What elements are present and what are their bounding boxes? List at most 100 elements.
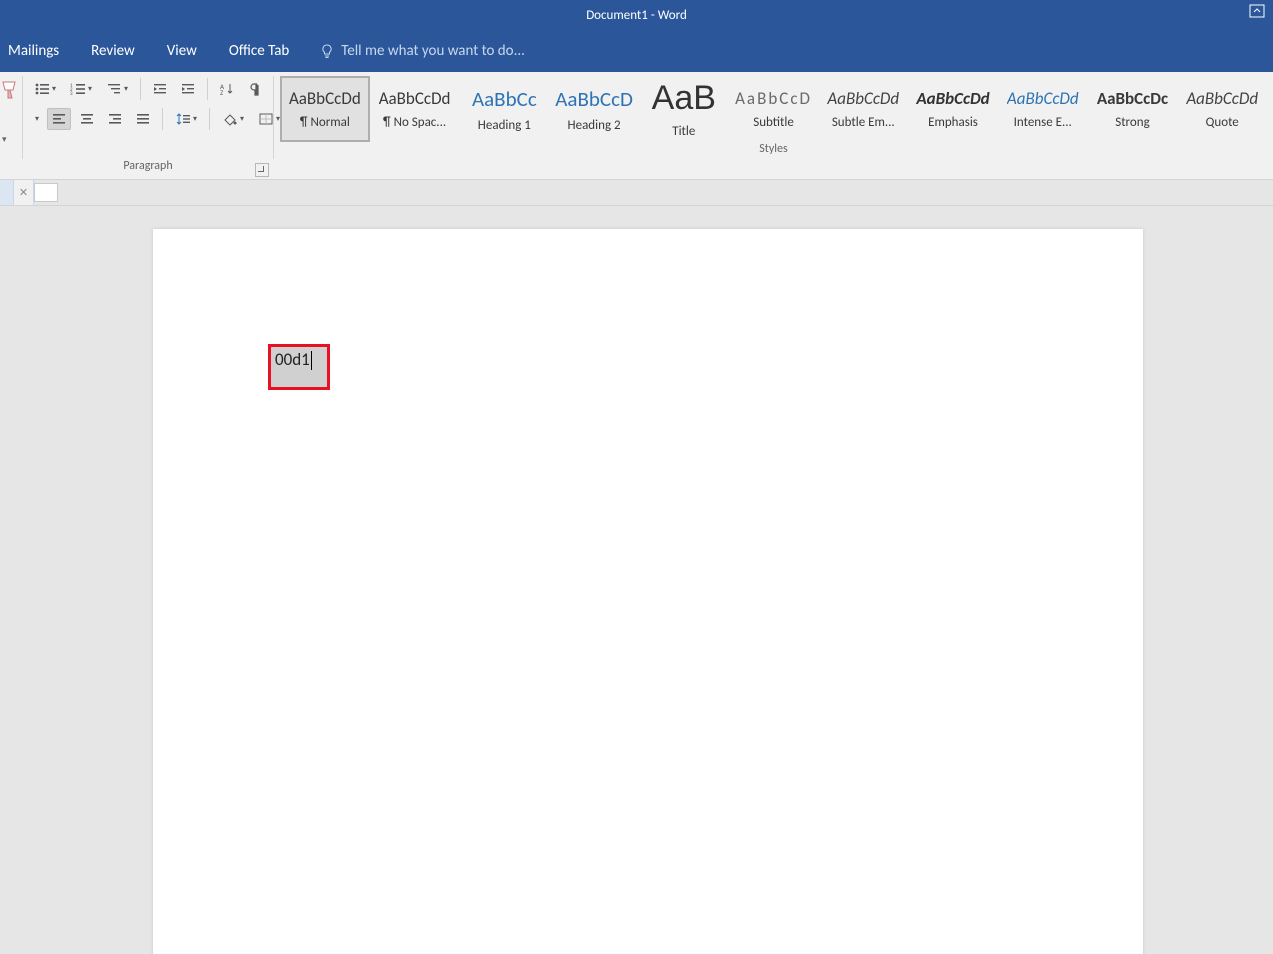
increase-indent-icon — [180, 82, 196, 96]
style-preview: AaBbCcDd — [827, 88, 899, 109]
document-tab-close[interactable]: ✕ — [14, 180, 34, 205]
style-subtitle[interactable]: AaBbCcD Subtitle — [729, 76, 819, 142]
style-preview: AaBbCcD — [735, 88, 812, 109]
shading-button[interactable]: ▾ — [217, 108, 249, 130]
style-heading-2[interactable]: AaBbCcD Heading 2 — [549, 76, 639, 142]
show-hide-marks-button[interactable] — [243, 78, 267, 100]
numbering-icon: 123 — [70, 82, 86, 96]
justify-button[interactable] — [131, 108, 155, 130]
chevron-down-icon: ▾ — [240, 114, 244, 124]
paragraph-group-label: Paragraph — [23, 159, 273, 179]
window-controls — [1249, 4, 1265, 22]
multilevel-list-button[interactable]: ▾ — [101, 78, 133, 100]
document-tab-new[interactable] — [34, 183, 58, 202]
increase-indent-button[interactable] — [176, 78, 200, 100]
line-spacing-icon — [175, 112, 191, 126]
style-preview: AaBbCcDd — [1186, 88, 1258, 109]
chevron-down-icon: ▾ — [52, 84, 56, 94]
align-center-button[interactable] — [75, 108, 99, 130]
align-right-button[interactable] — [103, 108, 127, 130]
text-cursor — [311, 351, 312, 370]
selection-highlight: 00d1 — [268, 344, 330, 390]
style-title[interactable]: AaB Title — [639, 76, 729, 142]
style-preview: AaBbCcDd — [1007, 88, 1079, 109]
document-tab-strip: ✕ — [0, 180, 1273, 206]
align-center-icon — [79, 112, 95, 126]
style-name: ¶ No Spac... — [383, 115, 446, 130]
style-name: Heading 1 — [478, 118, 531, 133]
title-bar: Document1 - Word — [0, 0, 1273, 30]
window-title: Document1 - Word — [586, 8, 687, 23]
style-subtle-em-[interactable]: AaBbCcDd Subtle Em... — [818, 76, 908, 142]
decrease-indent-icon — [152, 82, 168, 96]
bullets-icon — [34, 82, 50, 96]
clipboard-dropdown[interactable]: ▾ — [29, 108, 43, 130]
align-left-icon — [51, 112, 67, 126]
style-name: Quote — [1206, 115, 1239, 130]
style--no-spac-[interactable]: AaBbCcDd ¶ No Spac... — [370, 76, 460, 142]
chevron-down-icon: ▾ — [88, 84, 92, 94]
style-preview: AaBbCcD — [555, 86, 633, 112]
ribbon: ▾ ▾ 123 ▾ ▾ — [0, 72, 1273, 180]
style-name: Strong — [1115, 115, 1149, 130]
lightbulb-icon — [319, 43, 335, 59]
tell-me-search[interactable]: Tell me what you want to do... — [319, 42, 525, 60]
format-painter-button[interactable]: ▾ — [0, 72, 22, 179]
pilcrow-icon — [248, 82, 262, 96]
document-text-selection[interactable]: 00d1 — [271, 347, 327, 387]
tab-mailings[interactable]: Mailings — [6, 42, 61, 60]
style-name: Title — [672, 124, 695, 139]
chevron-down-icon: ▾ — [35, 114, 39, 124]
style-quote[interactable]: AaBbCcDd Quote — [1177, 76, 1267, 142]
bullets-button[interactable]: ▾ — [29, 78, 61, 100]
style-preview: AaBbCcDd — [916, 88, 989, 109]
style-name: Emphasis — [928, 115, 978, 130]
styles-group-label: Styles — [274, 142, 1273, 162]
style-name: Subtle Em... — [832, 115, 895, 130]
styles-group: AaBbCcDd¶ NormalAaBbCcDd¶ No Spac...AaBb… — [274, 72, 1273, 179]
decrease-indent-button[interactable] — [148, 78, 172, 100]
style-strong[interactable]: AaBbCcDc Strong — [1088, 76, 1178, 142]
style-name: Heading 2 — [568, 118, 621, 133]
paragraph-dialog-launcher[interactable] — [255, 163, 269, 177]
tab-view[interactable]: View — [165, 42, 199, 60]
align-left-button[interactable] — [47, 108, 71, 130]
style-preview: AaB — [652, 79, 716, 118]
multilevel-list-icon — [106, 82, 122, 96]
close-icon: ✕ — [19, 186, 28, 199]
borders-icon — [258, 112, 274, 126]
ribbon-tabs: Mailings Review View Office Tab Tell me … — [0, 30, 1273, 72]
style-preview: AaBbCcDd — [289, 88, 361, 109]
style-preview: AaBbCcDd — [379, 88, 451, 109]
paint-bucket-icon — [222, 112, 238, 126]
numbering-button[interactable]: 123 ▾ — [65, 78, 97, 100]
ribbon-display-options-icon[interactable] — [1249, 4, 1265, 22]
chevron-down-icon: ▾ — [193, 114, 197, 124]
tab-review[interactable]: Review — [89, 42, 137, 60]
align-right-icon — [107, 112, 123, 126]
chevron-down-icon: ▾ — [2, 134, 7, 145]
style--normal[interactable]: AaBbCcDd ¶ Normal — [280, 76, 370, 142]
document-page[interactable]: 00d1 — [153, 229, 1143, 954]
tell-me-placeholder: Tell me what you want to do... — [341, 42, 525, 60]
line-spacing-button[interactable]: ▾ — [170, 108, 202, 130]
justify-icon — [135, 112, 151, 126]
document-area[interactable]: 00d1 — [0, 206, 1273, 954]
format-painter-icon — [0, 80, 18, 100]
style-name: ¶ Normal — [300, 115, 350, 130]
sort-button[interactable]: AZ — [215, 78, 239, 100]
style-preview: AaBbCc — [472, 86, 537, 112]
svg-text:3: 3 — [70, 91, 73, 96]
tab-office-tab[interactable]: Office Tab — [227, 42, 291, 60]
style-name: Subtitle — [753, 115, 794, 130]
style-preview: AaBbCcDc — [1097, 88, 1168, 109]
chevron-down-icon: ▾ — [124, 84, 128, 94]
sort-icon: AZ — [219, 82, 235, 96]
style-emphasis[interactable]: AaBbCcDd Emphasis — [908, 76, 998, 142]
paragraph-group: ▾ 123 ▾ ▾ — [23, 72, 273, 179]
document-tab-handle[interactable] — [0, 180, 14, 205]
selected-text: 00d1 — [275, 349, 310, 370]
style-name: Intense E... — [1014, 115, 1072, 130]
style-intense-e-[interactable]: AaBbCcDd Intense E... — [998, 76, 1088, 142]
style-heading-1[interactable]: AaBbCc Heading 1 — [459, 76, 549, 142]
